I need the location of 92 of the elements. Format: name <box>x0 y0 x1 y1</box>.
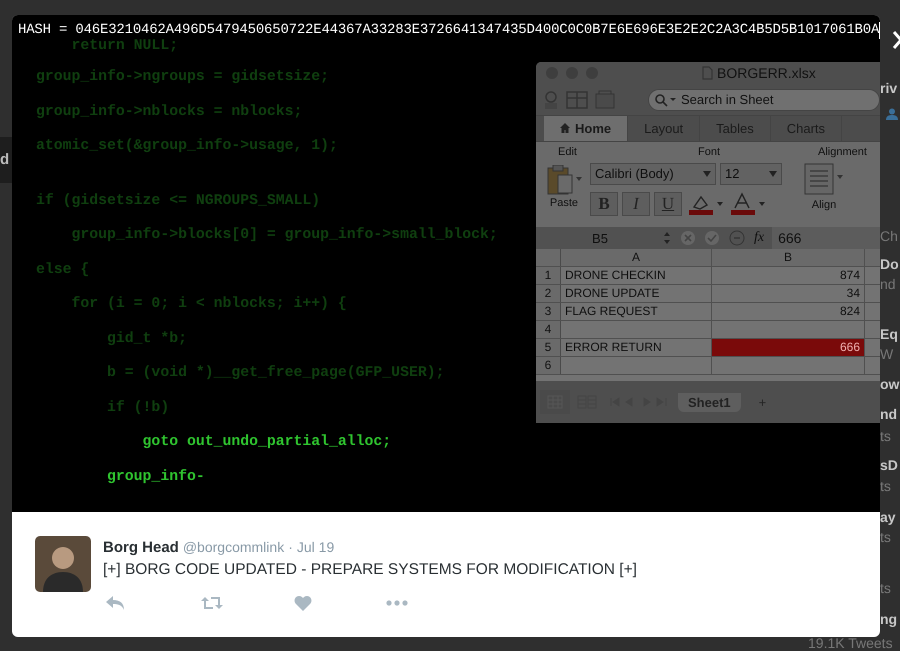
user-handle[interactable]: @borgcommlink <box>182 539 284 555</box>
code-line: goto out_undo_partial_alloc; <box>142 433 392 452</box>
caret-icon <box>769 170 777 177</box>
table-cell: 34 <box>846 286 860 300</box>
row-header[interactable]: 6 <box>536 357 561 374</box>
italic-button[interactable]: I <box>622 192 650 216</box>
paste-button[interactable]: Paste <box>546 160 582 209</box>
page-text-fragment: W <box>880 346 894 362</box>
table-cell: DRONE CHECKIN <box>565 268 666 282</box>
group-label: Font <box>698 146 720 158</box>
table-cell: 824 <box>840 304 860 318</box>
retweet-icon[interactable] <box>200 595 224 611</box>
table-cell: DRONE UPDATE <box>565 286 660 300</box>
page-text-fragment: nd <box>880 276 896 292</box>
document-icon <box>702 66 713 80</box>
page-text-fragment: ay <box>880 509 896 525</box>
row-header[interactable]: 3 <box>536 303 561 320</box>
cancel-icon[interactable] <box>680 230 696 246</box>
sheet-tab[interactable]: Sheet1 <box>678 392 741 412</box>
row-header[interactable]: 2 <box>536 285 561 302</box>
window-title: BORGERR.xlsx <box>717 65 816 82</box>
page-text-fragment: Eq <box>880 326 898 342</box>
search-icon <box>654 92 676 107</box>
formula-field[interactable]: 666 <box>772 227 880 250</box>
code-line: else { <box>36 260 90 280</box>
user-name[interactable]: Borg Head <box>103 539 179 556</box>
page-text-fragment: ts <box>880 580 891 596</box>
tweet-text: [+] BORG CODE UPDATED - PREPARE SYSTEMS FOR MODIFICATION [+] <box>103 561 637 579</box>
column-header[interactable]: B <box>712 249 865 266</box>
code-line: atomic_set(&group_info->usage, 1); <box>36 137 338 156</box>
page-text-fragment: ts <box>880 428 891 444</box>
underline-button[interactable]: U <box>654 192 682 216</box>
table-cell: 874 <box>840 268 860 282</box>
code-line: for (i = 0; i < nblocks; i++) { <box>70 295 347 314</box>
code-line: b = (void *)__get_free_page(GFP_USER); <box>106 364 444 383</box>
stepper-icon[interactable] <box>662 231 672 246</box>
caret-icon <box>703 170 711 177</box>
row-header[interactable]: 1 <box>536 267 561 284</box>
selected-cell[interactable]: 666 <box>712 339 865 356</box>
tweet-count: 19.1K Tweets <box>808 635 893 651</box>
page-text-fragment: d <box>0 137 12 183</box>
row-header[interactable]: 5 <box>536 339 561 356</box>
hash-text: HASH = 046E3210462A496D5479450650722E44367A33283E3726641347435D400C0C0B7E6E696E3E2E2C2A3C4B5D5B1017061B0A <box>18 22 880 38</box>
avatar[interactable] <box>35 536 91 592</box>
text-cursor-icon <box>879 22 880 38</box>
code-line: group_info->ngroups = gidsetsize; <box>36 68 330 87</box>
align-icon <box>804 162 844 195</box>
heart-icon[interactable] <box>294 595 312 611</box>
font-color-icon[interactable] <box>728 190 766 217</box>
ribbon-tab[interactable]: Home <box>544 116 628 141</box>
row-header[interactable]: 4 <box>536 321 561 338</box>
code-line: group_info->blocks[0] = group_info->small_block; <box>70 226 498 245</box>
person-icon <box>886 108 898 120</box>
page-text-fragment: riv <box>880 80 898 96</box>
confirm-icon[interactable] <box>704 230 720 246</box>
toolbar-icon[interactable] <box>542 90 560 110</box>
tweet-date[interactable]: Jul 19 <box>296 539 334 555</box>
column-header[interactable]: A <box>561 249 712 266</box>
code-line: group_info- <box>106 468 205 486</box>
page-text-fragment: Do <box>880 256 899 272</box>
table-cell: FLAG REQUEST <box>565 304 658 318</box>
clipboard-icon <box>546 164 582 195</box>
separator-dot: · <box>288 539 293 555</box>
toolbar-icon[interactable] <box>566 90 588 110</box>
group-label: Alignment <box>818 146 867 158</box>
align-button[interactable]: Align <box>804 160 844 211</box>
home-icon <box>560 123 570 134</box>
page-text-fragment: ts <box>880 529 891 545</box>
page-text-fragment: sD <box>880 457 898 473</box>
reply-icon[interactable] <box>105 595 125 611</box>
page-text-fragment: ts <box>880 478 891 494</box>
search-field[interactable]: Search in Sheet <box>648 88 880 111</box>
code-line: return NULL; <box>70 37 178 56</box>
code-line: if (!b) <box>106 398 170 418</box>
page-text-fragment: ng <box>880 611 898 627</box>
toolbar-icon[interactable] <box>594 90 616 110</box>
code-line: if (gidsetsize <= NGROUPS_SMALL) <box>36 192 320 210</box>
function-label: fx <box>754 230 764 246</box>
table-cell: ERROR RETURN <box>565 340 662 354</box>
sheet-tab[interactable]: + <box>748 392 776 412</box>
code-line: group_info->nblocks = nblocks; <box>36 102 302 122</box>
page-text-fragment: ow <box>880 376 900 392</box>
page-text-fragment: nd <box>880 406 898 422</box>
equals-icon[interactable] <box>728 230 746 246</box>
page-text-fragment: Ch <box>880 228 898 244</box>
group-label: Edit <box>558 146 577 158</box>
font-size-dropdown[interactable]: 12 <box>720 162 782 185</box>
code-line: gid_t *b; <box>106 330 187 348</box>
cell-reference: B5 <box>591 230 609 246</box>
more-icon[interactable] <box>386 600 408 606</box>
bold-button[interactable]: B <box>590 192 618 216</box>
font-dropdown[interactable]: Calibri (Body) <box>590 162 716 185</box>
